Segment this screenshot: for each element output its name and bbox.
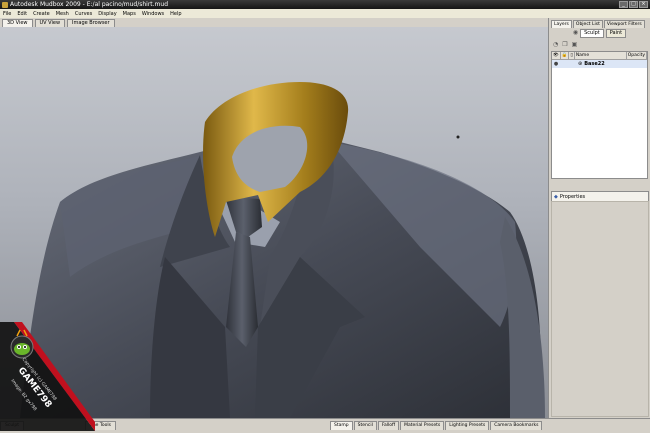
maximize-icon[interactable]: □ xyxy=(629,1,638,8)
layer-name: Base22 xyxy=(584,61,605,67)
window-title: Autodesk Mudbox 2009 - E:/al pacino/mud/… xyxy=(10,1,169,8)
tab-object-list[interactable]: Object List xyxy=(572,20,603,28)
lock-col-icon: 🔒 xyxy=(561,52,570,59)
tab-material-presets[interactable]: Material Presets xyxy=(400,421,445,430)
cursor-dot xyxy=(456,135,460,139)
tab-lighting-presets[interactable]: Lighting Presets xyxy=(445,421,490,430)
menu-create[interactable]: Create xyxy=(30,11,53,17)
menu-file[interactable]: File xyxy=(0,11,14,17)
menu-display[interactable]: Display xyxy=(95,11,119,17)
layer-mesh-icon: ⊛ xyxy=(578,61,583,67)
tab-camera-bookmarks[interactable]: Camera Bookmarks xyxy=(490,421,543,430)
name-column[interactable]: Name xyxy=(575,52,627,59)
duplicate-layer-icon[interactable]: ❐ xyxy=(562,41,567,48)
new-layer-icon[interactable]: ◔ xyxy=(553,41,558,48)
title-bar: Autodesk Mudbox 2009 - E:/al pacino/mud/… xyxy=(0,0,650,9)
tab-viewport-filters[interactable]: Viewport Filters xyxy=(603,20,645,28)
layer-list-header: 👁 🔒 ▯ Name Opacity xyxy=(552,52,647,60)
mudbox-app-icon xyxy=(2,1,8,8)
tab-stencil[interactable]: Stencil xyxy=(353,421,377,430)
tab-layers[interactable]: Layers xyxy=(551,20,572,28)
watermark: GAME798 Copyright (c) GAME798 Image: B2 … xyxy=(0,322,95,431)
properties-panel xyxy=(551,201,649,417)
delete-layer-icon[interactable]: ▣ xyxy=(572,41,578,48)
tab-falloff[interactable]: Falloff xyxy=(377,421,400,430)
properties-icon: ◆ xyxy=(554,193,558,200)
close-icon[interactable]: × xyxy=(639,1,648,8)
menu-help[interactable]: Help xyxy=(167,11,184,17)
layer-list: 👁 🔒 ▯ Name Opacity ● ⊛ Base22 xyxy=(551,51,648,179)
view-tabs: 3D View UV View Image Browser xyxy=(0,18,548,28)
layer-mode-toolbar: ◉ Sculpt Paint xyxy=(549,29,650,38)
layer-settings-icon[interactable]: ◉ xyxy=(573,29,578,38)
minimize-icon[interactable]: _ xyxy=(619,1,628,8)
bottom-tray: Sculpt one Tools Stamp Stencil Falloff M… xyxy=(0,418,650,432)
paint-mode-button[interactable]: Paint xyxy=(605,29,627,38)
menu-mesh[interactable]: Mesh xyxy=(53,11,72,17)
sculpt-mode-button[interactable]: Sculpt xyxy=(580,29,604,38)
window-controls: _ □ × xyxy=(619,1,648,8)
visibility-col-icon: 👁 xyxy=(553,52,561,59)
visibility-icon[interactable]: ● xyxy=(552,61,560,67)
right-panel-tabs: Layers Object List Viewport Filters xyxy=(549,18,650,28)
layer-row[interactable]: ● ⊛ Base22 xyxy=(552,60,647,68)
menu-edit[interactable]: Edit xyxy=(14,11,30,17)
opacity-column[interactable]: Opacity xyxy=(627,52,647,59)
preset-tray-tabs: Stamp Stencil Falloff Material Presets L… xyxy=(330,420,543,430)
menu-windows[interactable]: Windows xyxy=(139,11,167,17)
menu-curves[interactable]: Curves xyxy=(72,11,95,17)
right-panel: Layers Object List Viewport Filters ◉ Sc… xyxy=(548,18,650,418)
layer-actions: ◔ ❐ ▣ xyxy=(549,38,650,50)
properties-label: Properties xyxy=(559,193,586,200)
tab-stamp[interactable]: Stamp xyxy=(330,421,353,430)
menu-maps[interactable]: Maps xyxy=(120,11,139,17)
